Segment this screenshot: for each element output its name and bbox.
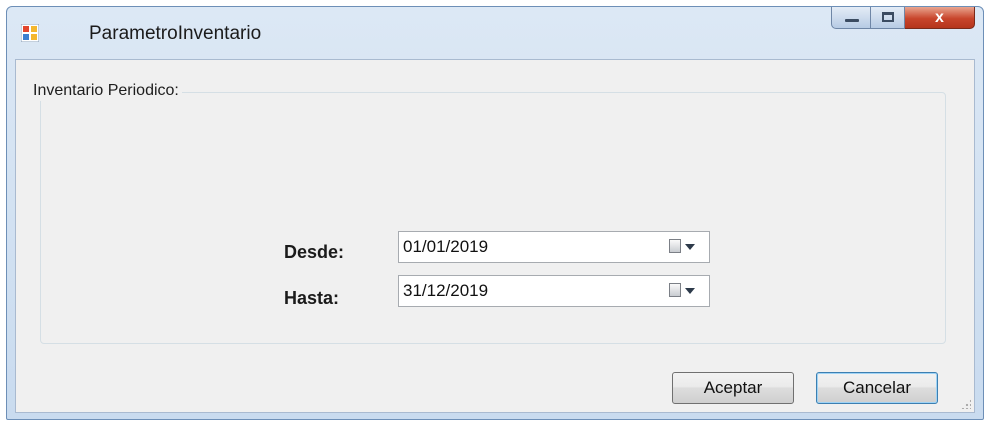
maximize-button[interactable] <box>871 7 905 29</box>
window-controls: x <box>831 7 975 29</box>
calendar-icon <box>669 283 681 297</box>
hasta-label: Hasta: <box>284 288 340 308</box>
cancel-button[interactable]: Cancelar <box>816 372 938 404</box>
close-icon: x <box>935 9 944 26</box>
dialog-client-area: Inventario Periodico: Desde: 01/01/2019 … <box>15 59 975 413</box>
resize-grip[interactable] <box>961 399 971 409</box>
dialog-window: ParametroInventario x Inventario Periodi… <box>6 6 984 420</box>
title-bar[interactable]: ParametroInventario x <box>7 7 983 59</box>
close-button[interactable]: x <box>905 7 975 29</box>
calendar-icon <box>669 239 681 253</box>
chevron-down-icon <box>685 288 695 294</box>
hasta-dropdown-button[interactable] <box>669 281 703 301</box>
minimize-button[interactable] <box>831 7 871 29</box>
desde-dropdown-button[interactable] <box>669 237 703 257</box>
minimize-icon <box>845 19 859 22</box>
group-legend: Inventario Periodico: <box>30 81 182 101</box>
accept-button[interactable]: Aceptar <box>672 372 794 404</box>
window-title: ParametroInventario <box>89 23 262 44</box>
hasta-datepicker[interactable]: 31/12/2019 <box>398 275 710 307</box>
desde-datepicker[interactable]: 01/01/2019 <box>398 231 710 263</box>
desde-date-value: 01/01/2019 <box>403 237 489 256</box>
maximize-icon <box>882 12 894 22</box>
form-app-icon <box>21 24 39 42</box>
desde-label: Desde: <box>284 242 345 262</box>
hasta-date-value: 31/12/2019 <box>403 281 489 300</box>
chevron-down-icon <box>685 244 695 250</box>
